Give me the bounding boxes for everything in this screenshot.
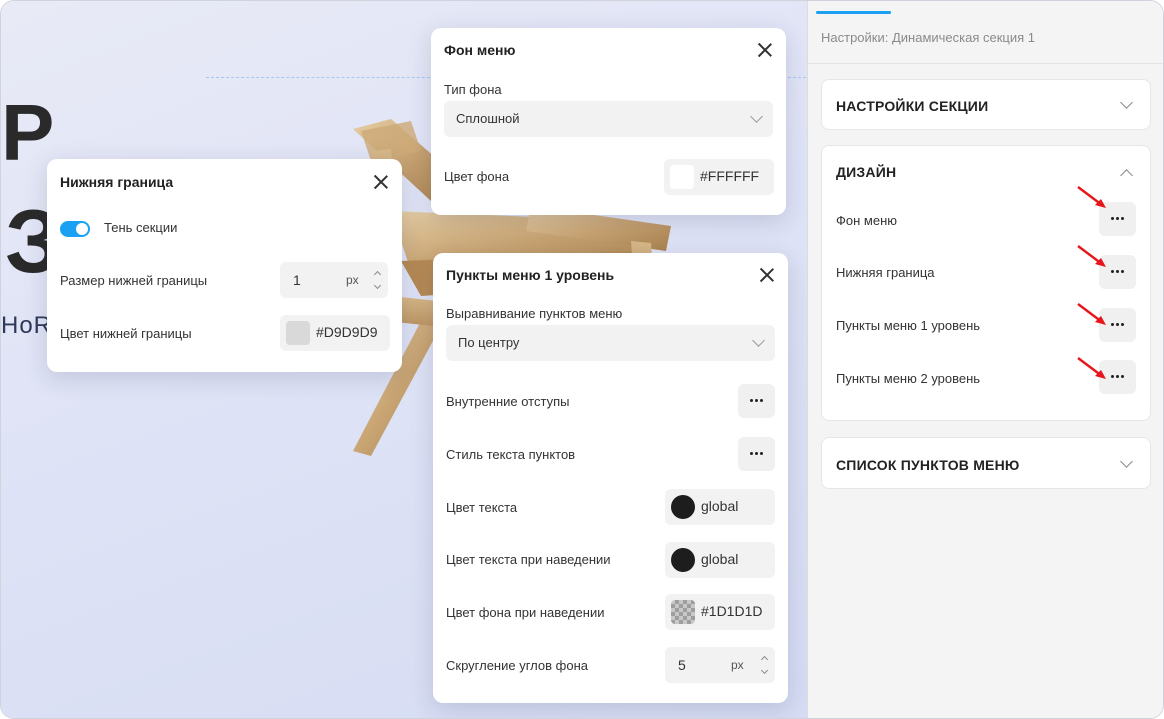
- design-title: ДИЗАЙН: [836, 164, 897, 180]
- divider: [808, 63, 1163, 64]
- text-style-label: Стиль текста пунктов: [446, 447, 576, 462]
- more-icon: [1111, 323, 1114, 326]
- red-arrow-icon: [1077, 303, 1106, 325]
- menu-background-popup: Фон меню Тип фона Сплошной Цвет фона #FF…: [431, 28, 786, 215]
- active-tab-indicator[interactable]: [816, 11, 891, 14]
- design-row-bottom-border: Нижняя граница: [836, 265, 935, 280]
- align-label: Выравнивание пунктов меню: [446, 306, 623, 321]
- section-settings-card[interactable]: НАСТРОЙКИ СЕКЦИИ: [821, 79, 1151, 130]
- border-size-value: 1: [293, 272, 301, 288]
- bg-color-label: Цвет фона: [444, 169, 510, 184]
- more-icon: [1111, 375, 1114, 378]
- menu-items-level1-popup: Пункты меню 1 уровень Выравнивание пункт…: [433, 253, 788, 703]
- more-icon: [750, 399, 753, 402]
- color-swatch[interactable]: [671, 495, 695, 519]
- chevron-down-icon[interactable]: [1120, 455, 1133, 468]
- color-swatch[interactable]: [670, 165, 694, 189]
- red-arrow-icon: [1077, 357, 1106, 379]
- padding-label: Внутренние отступы: [446, 394, 570, 409]
- brand-text-fragment: HoR: [1, 312, 53, 339]
- section-shadow-label: Тень секции: [104, 220, 178, 235]
- bg-type-select[interactable]: Сплошной: [444, 101, 773, 137]
- border-size-label: Размер нижней границы: [60, 273, 208, 288]
- section-settings-title: НАСТРОЙКИ СЕКЦИИ: [836, 98, 989, 114]
- text-color-label: Цвет текста: [446, 500, 518, 515]
- editor-window: Р З HoR Нижняя граница Тень секции Разме…: [0, 0, 1164, 719]
- border-size-unit: px: [346, 273, 359, 287]
- decrement-icon[interactable]: [760, 666, 769, 675]
- color-swatch[interactable]: [671, 548, 695, 572]
- align-value: По центру: [458, 335, 520, 350]
- hover-text-color-label: Цвет текста при наведении: [446, 552, 611, 567]
- more-icon: [750, 452, 753, 455]
- hover-bg-color-value: #1D1D1D: [701, 603, 763, 619]
- align-select[interactable]: По центру: [446, 325, 775, 361]
- border-size-stepper[interactable]: 1 px: [280, 262, 388, 298]
- hover-bg-color-label: Цвет фона при наведении: [446, 605, 605, 620]
- popup-title: Фон меню: [444, 42, 516, 58]
- bg-color-value: #FFFFFF: [700, 168, 760, 184]
- hover-text-color-picker[interactable]: global: [665, 542, 775, 578]
- chevron-down-icon[interactable]: [1120, 96, 1133, 109]
- bottom-border-popup: Нижняя граница Тень секции Размер нижней…: [47, 159, 402, 372]
- settings-panel: Настройки: Динамическая секция 1 НАСТРОЙ…: [807, 1, 1163, 718]
- border-color-picker[interactable]: #D9D9D9: [280, 315, 390, 351]
- menu-items-list-title: СПИСОК ПУНКТОВ МЕНЮ: [836, 457, 1020, 473]
- decrement-icon[interactable]: [373, 281, 382, 290]
- section-shadow-toggle[interactable]: [60, 221, 90, 237]
- popup-title: Пункты меню 1 уровень: [446, 267, 615, 283]
- chevron-down-icon: [752, 334, 765, 347]
- radius-label: Скругление углов фона: [446, 658, 588, 673]
- bg-type-label: Тип фона: [444, 82, 502, 97]
- border-color-value: #D9D9D9: [316, 324, 378, 340]
- color-swatch[interactable]: [286, 321, 310, 345]
- chevron-up-icon[interactable]: [1120, 169, 1133, 182]
- bg-type-value: Сплошной: [456, 111, 520, 126]
- breadcrumb: Настройки: Динамическая секция 1: [821, 30, 1036, 45]
- heading-fragment-1: Р: [1, 88, 55, 177]
- red-arrow-icon: [1077, 245, 1106, 267]
- text-color-value: global: [701, 498, 739, 514]
- close-icon[interactable]: [758, 266, 776, 284]
- hover-text-color-value: global: [701, 551, 739, 567]
- padding-more-button[interactable]: [738, 384, 775, 418]
- radius-value: 5: [678, 657, 686, 673]
- border-color-label: Цвет нижней границы: [60, 326, 192, 341]
- design-row-menu-level1: Пункты меню 1 уровень: [836, 318, 981, 333]
- increment-icon[interactable]: [760, 655, 769, 664]
- chevron-down-icon: [750, 110, 763, 123]
- transparent-swatch[interactable]: [671, 600, 695, 624]
- radius-stepper[interactable]: 5 px: [665, 647, 775, 683]
- increment-icon[interactable]: [373, 270, 382, 279]
- radius-unit: px: [731, 658, 744, 672]
- hover-bg-color-picker[interactable]: #1D1D1D: [665, 594, 775, 630]
- menu-items-list-card[interactable]: СПИСОК ПУНКТОВ МЕНЮ: [821, 437, 1151, 489]
- close-icon[interactable]: [372, 173, 390, 191]
- text-style-more-button[interactable]: [738, 437, 775, 471]
- red-arrow-icon: [1077, 186, 1106, 208]
- design-row-menu-level2: Пункты меню 2 уровень: [836, 371, 981, 386]
- more-icon: [1111, 217, 1114, 220]
- design-row-menu-bg: Фон меню: [836, 213, 898, 228]
- close-icon[interactable]: [756, 41, 774, 59]
- more-icon: [1111, 270, 1114, 273]
- popup-title: Нижняя граница: [60, 174, 174, 190]
- text-color-picker[interactable]: global: [665, 489, 775, 525]
- bg-color-picker[interactable]: #FFFFFF: [664, 159, 774, 195]
